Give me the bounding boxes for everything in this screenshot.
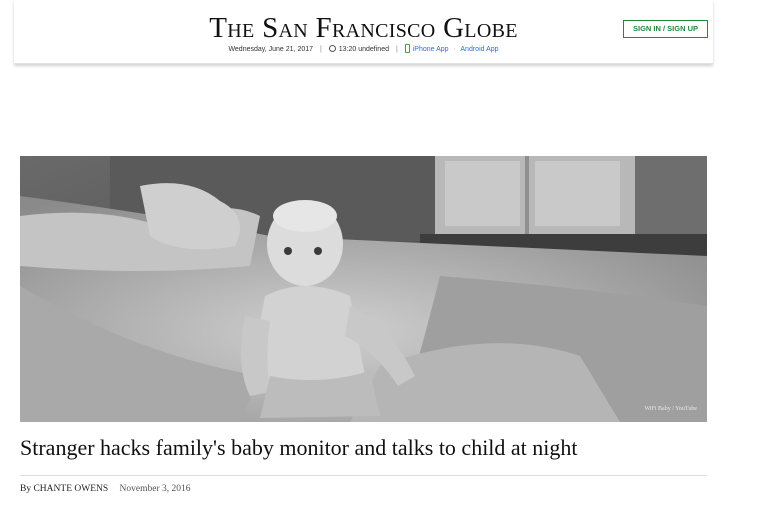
divider (20, 475, 707, 476)
author-name[interactable]: CHANTE OWENS (33, 484, 108, 494)
phone-icon (404, 44, 410, 53)
byline-prefix: By (20, 484, 32, 494)
iphone-app-link[interactable]: iPhone App (413, 46, 449, 53)
header-meta-bar: Wednesday, June 21, 2017 | 13:20 undefin… (14, 44, 713, 55)
separator: · (453, 46, 456, 53)
clock-icon (328, 45, 336, 52)
photo-credit: WiFi Baby / YouTube (644, 406, 697, 412)
site-title[interactable]: The San Francisco Globe (14, 12, 713, 44)
android-app-link[interactable]: Android App (460, 46, 498, 53)
page: The San Francisco Globe Wednesday, June … (0, 0, 762, 522)
masthead: The San Francisco Globe Wednesday, June … (14, 0, 713, 64)
separator: | (395, 46, 398, 53)
current-date: Wednesday, June 21, 2017 (228, 46, 314, 53)
article-byline: By CHANTE OWENS November 3, 2016 (20, 483, 191, 495)
signin-signup-button[interactable]: SIGN IN / SIGN UP (623, 20, 708, 38)
article-hero-image[interactable]: WiFi Baby / YouTube (20, 156, 707, 422)
current-time: 13:20 undefined (338, 46, 389, 53)
night-vision-photo (20, 156, 707, 422)
article-headline[interactable]: Stranger hacks family's baby monitor and… (20, 434, 707, 462)
publish-date: November 3, 2016 (119, 484, 191, 494)
separator: | (319, 46, 322, 53)
